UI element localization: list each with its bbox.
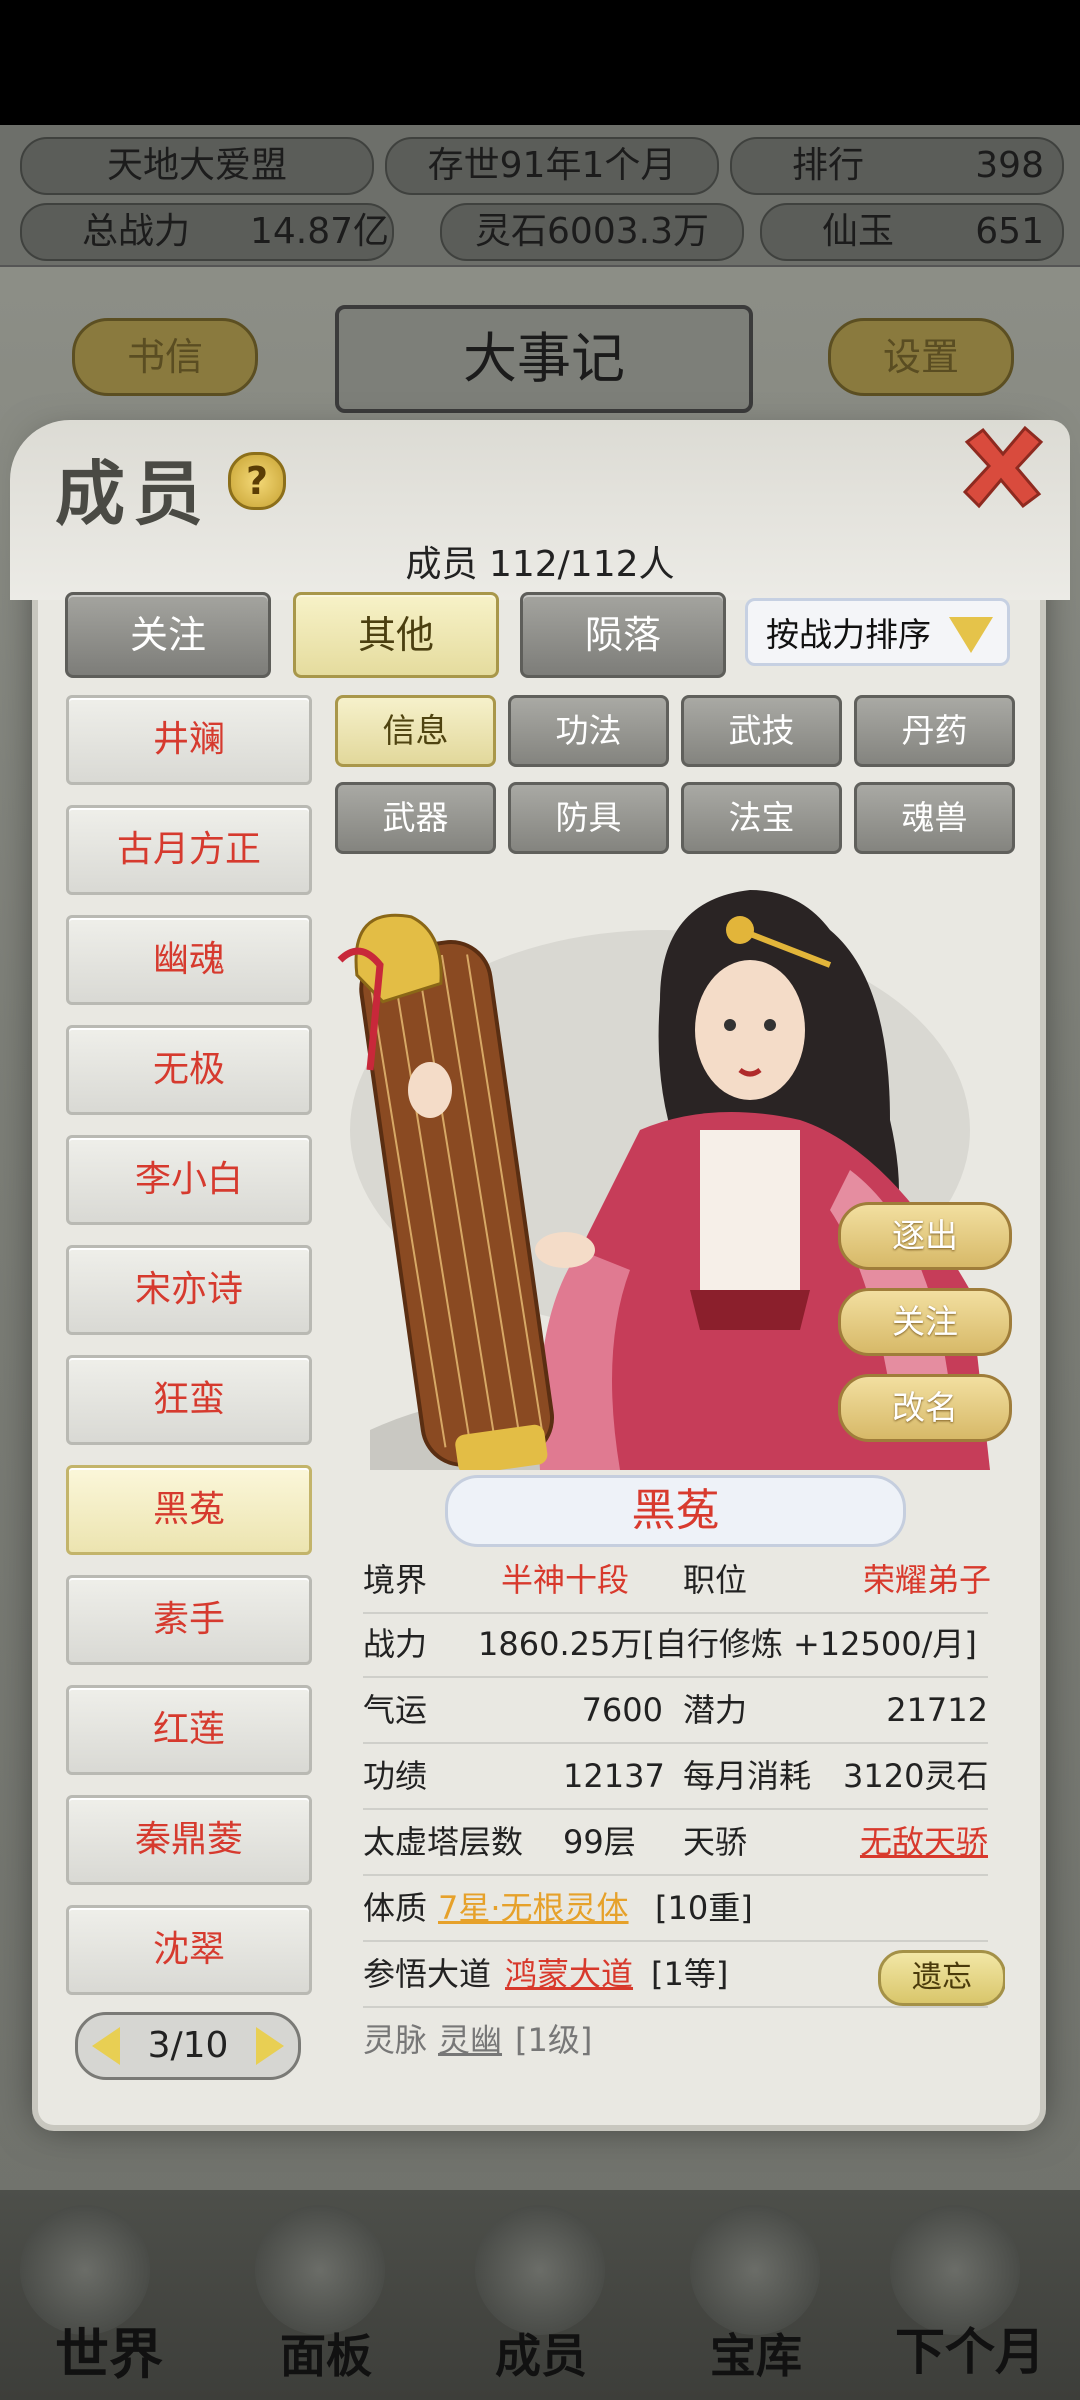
stat-row-merit: 功绩 12137 每月消耗 3120灵石 [363,1744,988,1810]
panel-icon[interactable] [255,2205,385,2335]
stat-row-realm: 境界 半神十段 职位 荣耀弟子 [363,1560,992,1614]
pager: 3/10 [75,2012,301,2080]
member-item[interactable]: 素手 [66,1575,312,1665]
vein-value[interactable]: 灵幽 [438,2008,502,2060]
position-label: 职位 [683,1561,748,1599]
cost-label: 每月消耗 [683,1757,812,1795]
stat-row-tower: 太虚塔层数 99层 天骄 无敌天骄 [363,1810,988,1876]
luck-value: 7600 [581,1691,663,1729]
power-label: 战力 [363,1625,428,1663]
cat-weapon[interactable]: 武器 [335,782,496,854]
tower-label: 太虚塔层数 [363,1823,524,1861]
stats-panel[interactable]: 境界 半神十段 职位 荣耀弟子 战力 1860.25万[自行修炼 +12500/… [345,1560,1005,2060]
vein-level: [1级] [515,2021,593,2059]
member-item[interactable]: 秦鼎菱 [66,1795,312,1885]
nav-panel[interactable]: 面板 [280,2320,372,2386]
physique-label: 体质 [363,1889,428,1927]
cat-info[interactable]: 信息 [335,695,496,767]
vein-label: 灵脉 [363,2021,428,2059]
member-icon[interactable] [475,2205,605,2335]
chevron-down-icon [949,617,993,653]
merit-label: 功绩 [363,1757,428,1795]
page-title: 大事记 [335,305,753,413]
power-value: 14.87亿 [250,211,390,252]
pager-label: 3/10 [147,2025,229,2066]
dao-value[interactable]: 鸿蒙大道 [505,1942,633,2006]
prev-page-icon[interactable] [92,2027,120,2065]
dao-level: [1等] [651,1955,729,1993]
stat-row-dao: 参悟大道 鸿蒙大道 [1等] 遗忘 [363,1942,1005,2008]
stat-row-power: 战力 1860.25万[自行修炼 +12500/月] [363,1612,988,1678]
nav-members[interactable]: 成员 [495,2320,587,2386]
member-item[interactable]: 李小白 [66,1135,312,1225]
rename-button[interactable]: 改名 [838,1374,1012,1442]
realm-label: 境界 [363,1561,428,1599]
tower-value: 99层 [563,1823,636,1861]
potential-label: 潜力 [683,1691,748,1729]
treasury-icon[interactable] [690,2205,820,2335]
top-status-bar: 天地大爱盟 存世91年1个月 排行 398 总战力 14.87亿 灵石6003.… [0,125,1080,267]
cat-skills[interactable]: 功法 [508,695,669,767]
potential-value: 21712 [886,1691,988,1729]
expel-button[interactable]: 逐出 [838,1202,1012,1270]
physique-level: [10重] [655,1889,753,1927]
help-icon[interactable]: ? [228,452,286,510]
cat-pills[interactable]: 丹药 [854,695,1015,767]
nav-next-month[interactable]: 下个月 [895,2312,1045,2384]
rank-label: 排行 [792,145,865,186]
member-item[interactable]: 狂蛮 [66,1355,312,1445]
rank-value: 398 [975,145,1044,186]
member-item[interactable]: 沈翠 [66,1905,312,1995]
total-power: 总战力 14.87亿 [20,203,394,261]
forget-button[interactable]: 遗忘 [878,1950,1005,2006]
nav-treasury[interactable]: 宝库 [710,2320,802,2386]
merit-value: 12137 [563,1757,665,1795]
cat-treasure[interactable]: 法宝 [681,782,842,854]
close-icon[interactable] [955,420,1050,515]
next-page-icon[interactable] [256,2027,284,2065]
nav-world[interactable]: 世界 [55,2310,163,2389]
jade-pill: 仙玉 651 [760,203,1064,261]
settings-button[interactable]: 设置 [828,318,1014,396]
jade-value: 651 [975,211,1044,252]
cat-beast[interactable]: 魂兽 [854,782,1015,854]
sort-select[interactable]: 按战力排序 [745,598,1010,666]
follow-button[interactable]: 关注 [838,1288,1012,1356]
stat-row-physique: 体质 7星·无根灵体 [10重] [363,1876,988,1942]
member-item[interactable]: 幽魂 [66,915,312,1005]
mail-button[interactable]: 书信 [72,318,258,396]
cost-value: 3120灵石 [843,1757,989,1795]
realm-value: 半神十段 [501,1561,630,1599]
member-item[interactable]: 古月方正 [66,805,312,895]
rank-pill[interactable]: 排行 398 [730,137,1064,195]
member-item[interactable]: 井斓 [66,695,312,785]
stat-row-luck: 气运 7600 潜力 21712 [363,1678,988,1744]
member-item[interactable]: 无极 [66,1025,312,1115]
member-count: 成员 112/112人 [405,544,675,585]
era-label: 存世91年1个月 [385,137,719,195]
sort-label: 按战力排序 [766,615,931,654]
alliance-name: 天地大爱盟 [20,137,374,195]
power-label: 总战力 [82,211,191,252]
modal-title: 成员 [55,452,211,535]
spirit-stone: 灵石6003.3万 [440,203,744,261]
member-item[interactable]: 红莲 [66,1685,312,1775]
member-item[interactable]: 宋亦诗 [66,1245,312,1335]
dao-label: 参悟大道 [363,1955,492,1993]
luck-label: 气运 [363,1691,428,1729]
position-value: 荣耀弟子 [863,1561,992,1599]
character-name: 黑菟 [445,1475,906,1547]
member-item-selected[interactable]: 黑菟 [66,1465,312,1555]
physique-value[interactable]: 7星·无根灵体 [438,1876,629,1940]
cat-martial[interactable]: 武技 [681,695,842,767]
tab-fallen[interactable]: 陨落 [520,592,726,678]
stat-row-vein: 灵脉 灵幽 [1级] [363,2008,988,2060]
tab-other[interactable]: 其他 [293,592,499,678]
power-value: 1860.25万[自行修炼 +12500/月] [478,1625,977,1663]
jade-label: 仙玉 [822,211,895,252]
cat-armor[interactable]: 防具 [508,782,669,854]
genius-value[interactable]: 无敌天骄 [843,1810,988,1874]
tab-follow[interactable]: 关注 [65,592,271,678]
genius-label: 天骄 [683,1823,748,1861]
